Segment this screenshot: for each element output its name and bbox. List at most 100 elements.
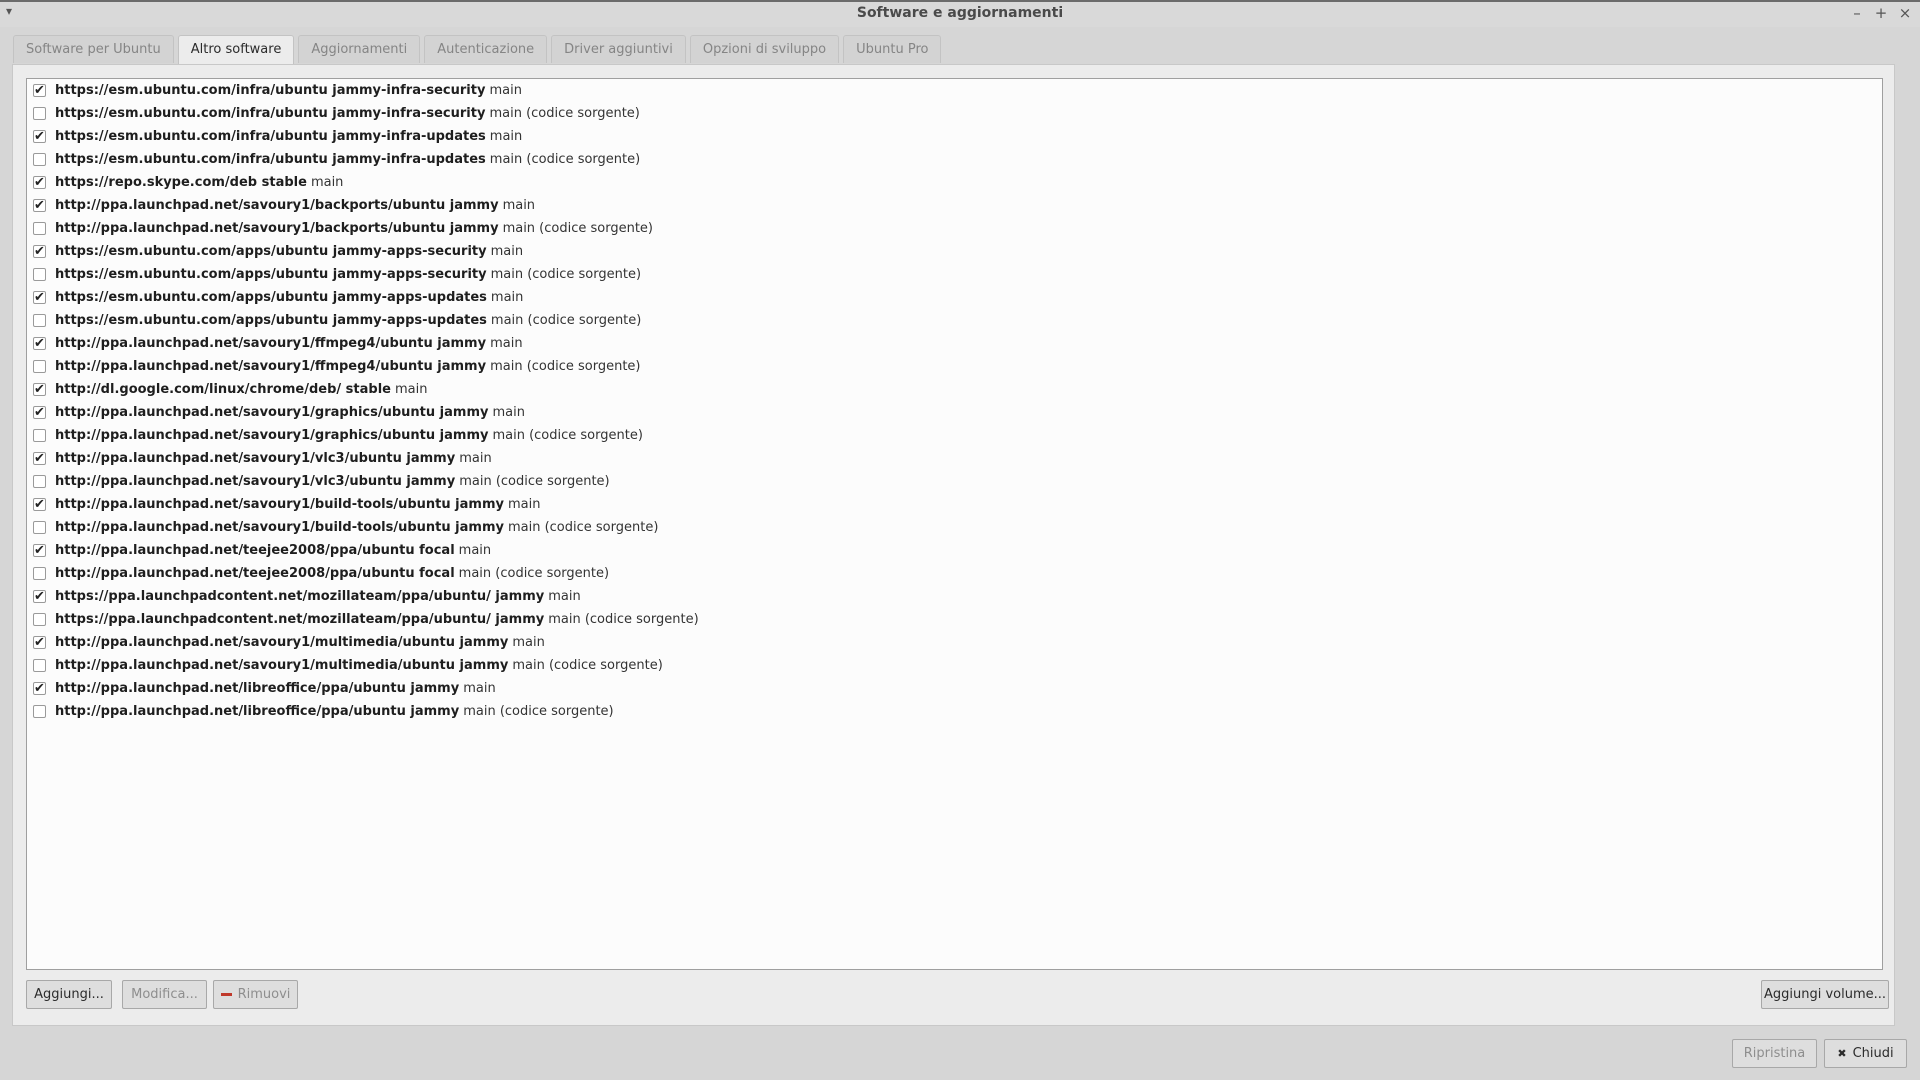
source-checkbox[interactable]: ✔ (33, 130, 46, 143)
source-row[interactable]: ✔ http://ppa.launchpad.net/savoury1/multi… (27, 631, 1882, 654)
source-row[interactable]: http://ppa.launchpad.net/libreoffice/ppa… (27, 700, 1882, 723)
source-row[interactable]: http://ppa.launchpad.net/savoury1/vlc3/u… (27, 470, 1882, 493)
source-uri: https://esm.ubuntu.com/apps/ubuntu jammy… (55, 267, 487, 282)
source-uri: http://ppa.launchpad.net/savoury1/ffmpeg… (55, 336, 487, 351)
source-checkbox[interactable]: ✔ (33, 406, 46, 419)
source-uri: http://ppa.launchpad.net/savoury1/vlc3/u… (55, 451, 456, 466)
source-row[interactable]: ✔ https://esm.ubuntu.com/apps/ubuntu jamm… (27, 240, 1882, 263)
source-checkbox[interactable]: ✔ (33, 337, 46, 350)
source-components: main (codice sorgente) (458, 566, 610, 581)
altro-software-panel: ✔ https://esm.ubuntu.com/infra/ubuntu jam… (12, 64, 1895, 1026)
source-components: main (507, 497, 541, 512)
edit-source-button[interactable]: Modifica... (122, 980, 207, 1009)
minimize-icon[interactable]: – (1850, 4, 1864, 22)
source-checkbox[interactable]: ✔ (33, 544, 46, 557)
remove-source-button[interactable]: Rimuovi (213, 980, 298, 1009)
source-row[interactable]: http://ppa.launchpad.net/savoury1/backpo… (27, 217, 1882, 240)
source-checkbox[interactable]: ✔ (33, 682, 46, 695)
source-checkbox[interactable]: ✔ (33, 590, 46, 603)
source-checkbox[interactable] (33, 153, 46, 166)
source-row[interactable]: ✔ https://esm.ubuntu.com/infra/ubuntu jam… (27, 79, 1882, 102)
tab-ubuntu-pro[interactable]: Ubuntu Pro (843, 35, 942, 63)
source-row[interactable]: https://esm.ubuntu.com/infra/ubuntu jamm… (27, 102, 1882, 125)
source-checkbox[interactable] (33, 429, 46, 442)
add-source-button[interactable]: Aggiungi... (26, 980, 112, 1009)
source-checkbox[interactable] (33, 107, 46, 120)
source-row[interactable]: http://ppa.launchpad.net/savoury1/build-… (27, 516, 1882, 539)
source-row[interactable]: http://ppa.launchpad.net/savoury1/graphi… (27, 424, 1882, 447)
tab-software-per-ubuntu[interactable]: Software per Ubuntu (13, 35, 174, 63)
source-components: main (512, 635, 545, 650)
source-uri: https://esm.ubuntu.com/infra/ubuntu jamm… (55, 106, 486, 121)
source-row[interactable]: ✔ http://ppa.launchpad.net/savoury1/vlc3/… (27, 447, 1882, 470)
close-button[interactable]: ✖ Chiudi (1824, 1039, 1907, 1068)
source-checkbox[interactable]: ✔ (33, 383, 46, 396)
source-checkbox[interactable] (33, 521, 46, 534)
source-checkbox[interactable]: ✔ (33, 452, 46, 465)
source-uri: http://ppa.launchpad.net/libreoffice/ppa… (55, 704, 460, 719)
source-components: main (492, 405, 525, 420)
source-uri: http://ppa.launchpad.net/savoury1/vlc3/u… (55, 474, 456, 489)
source-checkbox[interactable]: ✔ (33, 498, 46, 511)
source-checkbox[interactable] (33, 705, 46, 718)
revert-button[interactable]: Ripristina (1732, 1039, 1817, 1068)
close-label: Chiudi (1852, 1046, 1894, 1061)
source-checkbox[interactable] (33, 659, 46, 672)
tab-autenticazione[interactable]: Autenticazione (424, 35, 548, 63)
source-uri: http://ppa.launchpad.net/savoury1/build-… (55, 497, 504, 512)
source-row[interactable]: ✔ http://ppa.launchpad.net/savoury1/build… (27, 493, 1882, 516)
source-checkbox[interactable] (33, 268, 46, 281)
add-volume-button[interactable]: Aggiungi volume... (1761, 980, 1889, 1009)
source-row[interactable]: ✔ http://ppa.launchpad.net/savoury1/graph… (27, 401, 1882, 424)
source-row[interactable]: http://ppa.launchpad.net/savoury1/ffmpeg… (27, 355, 1882, 378)
source-checkbox[interactable] (33, 567, 46, 580)
source-row[interactable]: ✔ http://ppa.launchpad.net/savoury1/ffmpe… (27, 332, 1882, 355)
source-row[interactable]: ✔ http://dl.google.com/linux/chrome/deb/ … (27, 378, 1882, 401)
source-uri: https://esm.ubuntu.com/infra/ubuntu jamm… (55, 152, 486, 167)
tab-bar: Software per Ubuntu Altro software Aggiorn… (13, 35, 942, 65)
source-checkbox[interactable]: ✔ (33, 245, 46, 258)
source-uri: http://ppa.launchpad.net/teejee2008/ppa/… (55, 566, 455, 581)
tab-driver-aggiuntivi[interactable]: Driver aggiuntivi (551, 35, 686, 63)
source-checkbox[interactable]: ✔ (33, 636, 46, 649)
source-uri: https://esm.ubuntu.com/apps/ubuntu jammy… (55, 290, 487, 305)
source-checkbox[interactable] (33, 475, 46, 488)
source-row[interactable]: https://esm.ubuntu.com/apps/ubuntu jammy… (27, 263, 1882, 286)
source-row[interactable]: ✔ http://ppa.launchpad.net/savoury1/backp… (27, 194, 1882, 217)
source-checkbox[interactable] (33, 314, 46, 327)
source-checkbox[interactable] (33, 360, 46, 373)
source-row[interactable]: http://ppa.launchpad.net/savoury1/multim… (27, 654, 1882, 677)
source-checkbox[interactable]: ✔ (33, 291, 46, 304)
source-row[interactable]: https://ppa.launchpadcontent.net/mozilla… (27, 608, 1882, 631)
tab-altro-software[interactable]: Altro software (177, 35, 295, 65)
close-window-icon[interactable]: × (1898, 4, 1912, 22)
source-components: main (548, 589, 581, 604)
source-row[interactable]: http://ppa.launchpad.net/teejee2008/ppa/… (27, 562, 1882, 585)
source-components: main (459, 451, 492, 466)
add-volume-label: Aggiungi volume... (1763, 987, 1887, 1002)
maximize-icon[interactable]: + (1874, 4, 1888, 22)
source-components: main (codice sorgente) (489, 152, 641, 167)
source-components: main (codice sorgente) (502, 221, 653, 236)
source-row[interactable]: ✔ https://esm.ubuntu.com/apps/ubuntu jamm… (27, 286, 1882, 309)
source-checkbox[interactable]: ✔ (33, 176, 46, 189)
software-sources-list[interactable]: ✔ https://esm.ubuntu.com/infra/ubuntu jam… (26, 78, 1883, 970)
source-checkbox[interactable] (33, 222, 46, 235)
source-row[interactable]: ✔ https://esm.ubuntu.com/infra/ubuntu jam… (27, 125, 1882, 148)
source-components: main (458, 543, 492, 558)
remove-source-label: Rimuovi (237, 987, 291, 1002)
source-checkbox[interactable] (33, 613, 46, 626)
source-components: main (codice sorgente) (512, 658, 663, 673)
source-row[interactable]: ✔ https://ppa.launchpadcontent.net/mozill… (27, 585, 1882, 608)
tab-aggiornamenti[interactable]: Aggiornamenti (298, 35, 421, 63)
source-row[interactable]: https://esm.ubuntu.com/infra/ubuntu jamm… (27, 148, 1882, 171)
source-row[interactable]: https://esm.ubuntu.com/apps/ubuntu jammy… (27, 309, 1882, 332)
source-checkbox[interactable]: ✔ (33, 199, 46, 212)
source-components: main (310, 175, 344, 190)
tab-opzioni-di-sviluppo[interactable]: Opzioni di sviluppo (689, 35, 840, 63)
source-row[interactable]: ✔ https://repo.skype.com/deb stable main (27, 171, 1882, 194)
source-row[interactable]: ✔ http://ppa.launchpad.net/teejee2008/ppa… (27, 539, 1882, 562)
source-checkbox[interactable]: ✔ (33, 84, 46, 97)
source-uri: http://ppa.launchpad.net/savoury1/multim… (55, 635, 509, 650)
source-row[interactable]: ✔ http://ppa.launchpad.net/libreoffice/pp… (27, 677, 1882, 700)
